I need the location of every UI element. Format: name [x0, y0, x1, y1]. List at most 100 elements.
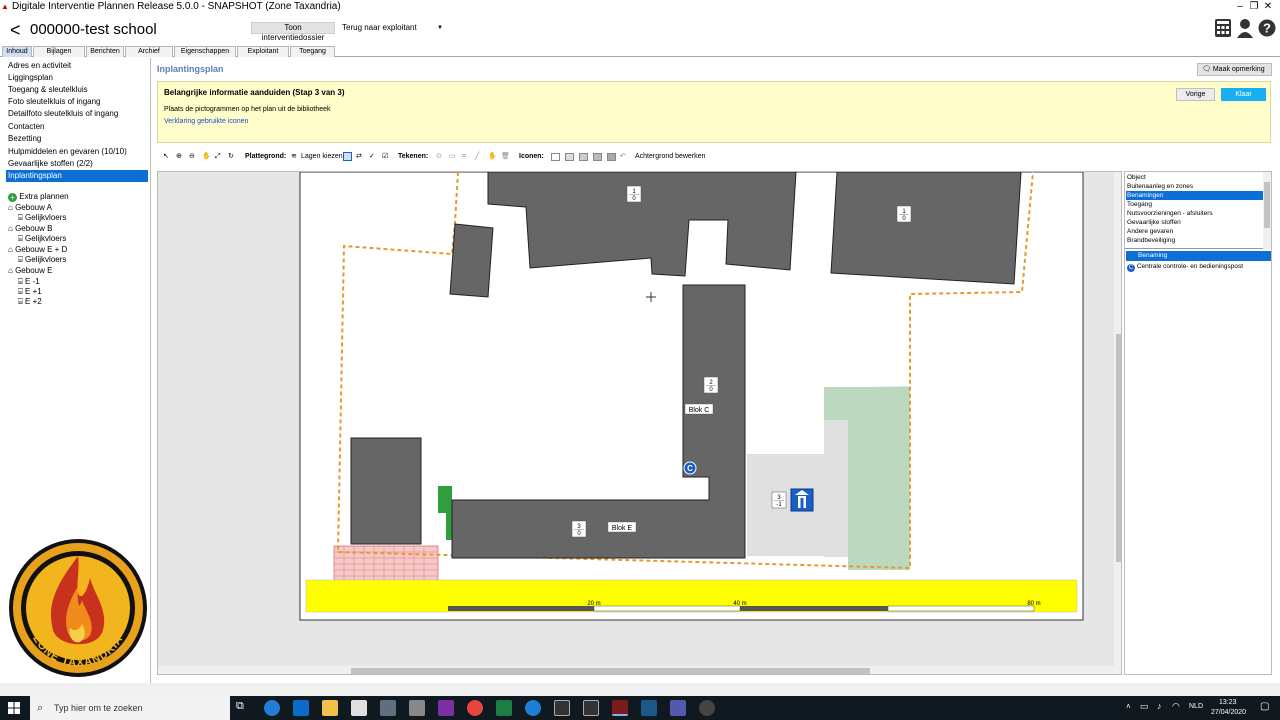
excel-icon[interactable]: [496, 700, 512, 716]
vertical-scrollbar[interactable]: [1114, 172, 1121, 674]
exploitant-select[interactable]: Terug naar exploitant ▼: [342, 22, 443, 34]
edge-icon[interactable]: [264, 700, 280, 716]
tree-node-floor[interactable]: ⌸ E +1: [18, 287, 42, 297]
check-icon[interactable]: ✓: [369, 150, 375, 164]
abi-app-2-icon[interactable]: [583, 700, 599, 716]
move-icon[interactable]: ⇄: [356, 150, 362, 164]
line-draw-icon[interactable]: ╱: [475, 150, 479, 164]
info-link[interactable]: Verklaring gebruikte iconen: [164, 118, 248, 125]
hand-draw-icon[interactable]: ✋: [488, 150, 497, 164]
store-icon[interactable]: [351, 700, 367, 716]
notifications-icon[interactable]: ▢: [1260, 701, 1269, 712]
wifi-icon[interactable]: ◠: [1172, 701, 1180, 712]
nav-item-liggingsplan[interactable]: Liggingsplan: [6, 72, 149, 84]
category-item[interactable]: Toegang: [1126, 200, 1263, 209]
icon-frame-4-icon[interactable]: [593, 153, 602, 161]
teams-icon[interactable]: [670, 700, 686, 716]
tab-inhoud[interactable]: Inhoud: [2, 46, 32, 57]
category-item-selected[interactable]: Benamingen: [1126, 191, 1263, 200]
app-icon-teal[interactable]: [641, 700, 657, 716]
rotate-icon[interactable]: ↻: [228, 150, 234, 164]
file-explorer-icon[interactable]: [322, 700, 338, 716]
scrollbar-thumb[interactable]: [1264, 182, 1270, 228]
outlook-icon[interactable]: [293, 700, 309, 716]
checkbox-icon[interactable]: ☑: [382, 150, 388, 164]
tab-archief[interactable]: Archief: [125, 46, 173, 57]
rectangle-draw-icon[interactable]: ▭: [449, 150, 456, 164]
windows-start-icon[interactable]: [8, 702, 20, 714]
site-plan[interactable]: 20 m 40 m 80 m 10 10 20 30 3-1 Blok C Bl…: [158, 172, 1122, 675]
scrollbar-thumb[interactable]: [351, 668, 870, 674]
circle-draw-icon[interactable]: ⊙: [436, 150, 442, 164]
select-icon[interactable]: ↖: [163, 150, 169, 164]
clock-date[interactable]: 27/04/2020: [1211, 709, 1246, 716]
category-item[interactable]: Object: [1126, 173, 1263, 182]
volume-icon[interactable]: ♪: [1157, 701, 1162, 711]
select-area-icon[interactable]: [343, 152, 352, 161]
tab-toegang[interactable]: Toegang: [290, 46, 335, 57]
nav-item-hulpmiddelen[interactable]: Hulpmiddelen en gevaren (10/10): [6, 146, 149, 158]
category-item[interactable]: Andere gevaren: [1126, 227, 1263, 236]
tab-exploitant[interactable]: Exploitant: [237, 46, 289, 57]
tree-node-floor[interactable]: ⌸ Gelijkvloers: [18, 255, 66, 265]
library-item[interactable]: C Centrale controle- en bedieningspost: [1127, 262, 1271, 272]
tree-node-floor[interactable]: ⌸ Gelijkvloers: [18, 213, 66, 223]
tab-eigenschappen[interactable]: Eigenschappen: [174, 46, 236, 57]
trash-icon[interactable]: 🗑: [501, 150, 510, 164]
task-view-icon[interactable]: ⧉: [236, 700, 244, 713]
remark-button[interactable]: 🗨 Maak opmerking: [1197, 63, 1272, 76]
list-scrollbar[interactable]: [1263, 172, 1271, 249]
tree-node-floor[interactable]: ⌸ E +2: [18, 297, 42, 307]
chrome-icon[interactable]: [467, 700, 483, 716]
tree-node[interactable]: ⌂ Gebouw A: [8, 203, 52, 213]
icon-frame-1-icon[interactable]: [551, 153, 560, 161]
done-button[interactable]: Klaar: [1221, 88, 1266, 101]
icon-frame-2-icon[interactable]: [565, 153, 574, 161]
settings-app-icon[interactable]: [699, 700, 715, 716]
nav-item-contacten[interactable]: Contacten: [6, 121, 149, 133]
horizontal-scrollbar[interactable]: [158, 666, 1114, 674]
edge-legacy-icon[interactable]: [525, 700, 541, 716]
category-item[interactable]: Brandbeveiliging: [1126, 236, 1263, 245]
clock-time[interactable]: 13:23: [1219, 699, 1237, 706]
tree-node-floor[interactable]: ⌸ Gelijkvloers: [18, 234, 66, 244]
tree-extra-plannen[interactable]: + Extra plannen: [8, 192, 69, 202]
dip-app-icon[interactable]: [612, 700, 628, 716]
tree-node[interactable]: ⌂ Gebouw B: [8, 224, 52, 234]
tab-bijlagen[interactable]: Bijlagen: [33, 46, 85, 57]
close-icon[interactable]: ✕: [1254, 0, 1280, 14]
tree-node-floor[interactable]: ⌸ E -1: [18, 277, 40, 287]
layers-icon[interactable]: ≋: [291, 150, 297, 164]
zoom-out-icon[interactable]: ⊖: [189, 150, 195, 164]
network-icon[interactable]: ▭: [1140, 701, 1149, 712]
language-label[interactable]: NLD: [1189, 703, 1203, 710]
show-dossier-button[interactable]: Toon interventiedossier: [251, 22, 335, 42]
previous-button[interactable]: Vorige: [1176, 88, 1215, 101]
fit-icon[interactable]: ⤢: [215, 150, 221, 164]
scrollbar-thumb[interactable]: [1116, 334, 1121, 562]
category-item[interactable]: Gevaarlijke stoffen: [1126, 218, 1263, 227]
nav-item-gevaarlijke-stoffen[interactable]: Gevaarlijke stoffen (2/2): [6, 158, 149, 170]
pan-icon[interactable]: ✋: [202, 150, 211, 164]
undo-icon[interactable]: ↶: [620, 150, 626, 164]
icon-frame-3-icon[interactable]: [579, 153, 588, 161]
nav-item-detailfoto[interactable]: Detailfoto sleutelkluis of ingang: [6, 108, 149, 120]
achtergrond-button[interactable]: Achtergrond bewerken: [635, 150, 705, 164]
help-icon[interactable]: ?: [1258, 18, 1276, 38]
calculator-icon[interactable]: [1214, 18, 1232, 38]
zoom-in-icon[interactable]: ⊕: [176, 150, 182, 164]
tree-node[interactable]: ⌂ Gebouw E: [8, 266, 52, 276]
map-canvas[interactable]: 20 m 40 m 80 m 10 10 20 30 3 -1 Blok C Bl…: [157, 171, 1122, 675]
taskbar-search[interactable]: ⌕ Typ hier om te zoeken: [30, 696, 230, 720]
back-icon[interactable]: <: [10, 19, 21, 41]
nav-item-foto-sleutelkluis[interactable]: Foto sleutelkluis of ingang: [6, 96, 149, 108]
snipping-icon[interactable]: [380, 700, 396, 716]
calculator-app-icon[interactable]: [409, 700, 425, 716]
tab-berichten[interactable]: Berichten: [86, 46, 124, 57]
layers-label[interactable]: Lagen kiezen: [301, 150, 343, 164]
nav-item-bezetting[interactable]: Bezetting: [6, 133, 149, 145]
user-icon[interactable]: [1236, 18, 1254, 38]
image-icon[interactable]: [607, 153, 616, 161]
abi-app-icon[interactable]: [554, 700, 570, 716]
nav-item-inplantingsplan[interactable]: Inplantingsplan: [6, 170, 148, 182]
